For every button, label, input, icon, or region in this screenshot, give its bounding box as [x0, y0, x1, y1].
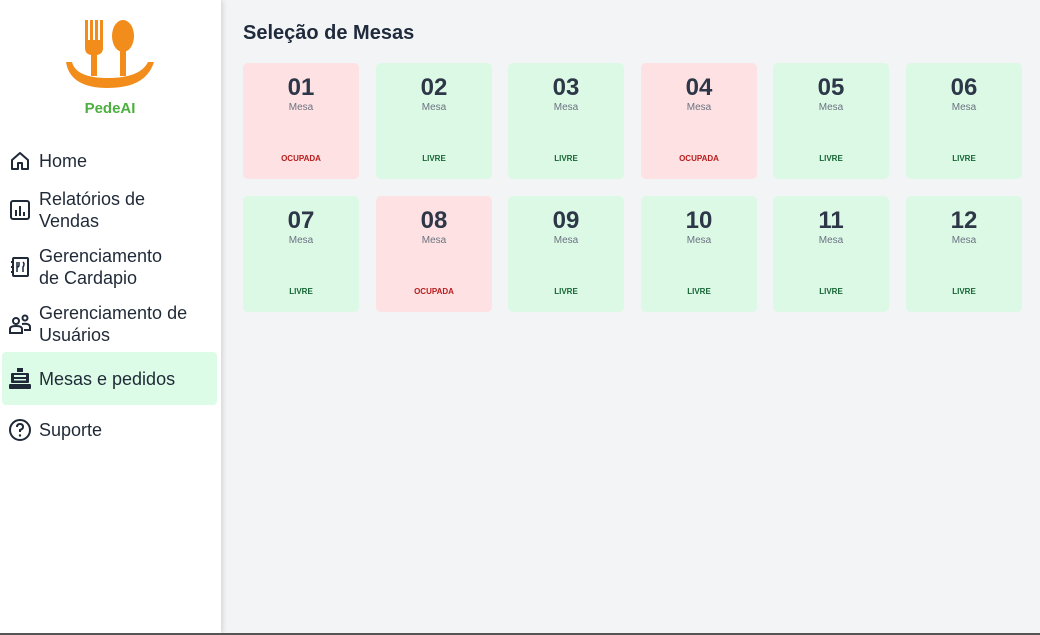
table-number: 08	[420, 207, 448, 234]
table-number: 10	[685, 207, 713, 234]
table-label: Mesa	[553, 235, 579, 246]
table-status: OCUPADA	[679, 154, 719, 163]
table-number: 06	[950, 74, 978, 101]
table-status: LIVRE	[952, 287, 976, 296]
table-status: LIVRE	[952, 154, 976, 163]
nav-label: Mesas e pedidos	[39, 368, 176, 389]
nav-label: Suporte	[39, 420, 103, 440]
table-card[interactable]: 12 Mesa LIVRE	[906, 196, 1022, 312]
table-card[interactable]: 04 Mesa OCUPADA	[641, 63, 757, 179]
menu-book-icon	[11, 257, 29, 277]
chart-report-icon	[10, 200, 30, 220]
brand-name: PedeAI	[84, 100, 136, 117]
cash-register-icon	[9, 367, 31, 389]
table-card[interactable]: 03 Mesa LIVRE	[508, 63, 624, 179]
table-number: 04	[685, 74, 713, 101]
table-number: 02	[420, 74, 448, 101]
table-label: Mesa	[421, 235, 447, 246]
sidebar: PedeAI Home Relatórios de Vendas Gerenci…	[0, 0, 221, 633]
table-card[interactable]: 09 Mesa LIVRE	[508, 196, 624, 312]
table-card[interactable]: 01 Mesa OCUPADA	[243, 63, 359, 179]
home-icon	[11, 152, 29, 170]
table-label: Mesa	[818, 235, 844, 246]
nav-label: Relatórios de Vendas	[39, 189, 146, 231]
nav-item-mesas[interactable]: Mesas e pedidos	[2, 352, 217, 405]
table-card[interactable]: 07 Mesa LIVRE	[243, 196, 359, 312]
table-label: Mesa	[553, 102, 579, 113]
table-status: LIVRE	[819, 287, 843, 296]
help-circle-icon	[9, 419, 31, 441]
table-status: LIVRE	[687, 287, 711, 296]
table-status: OCUPADA	[414, 287, 454, 296]
table-status: LIVRE	[554, 154, 578, 163]
table-card[interactable]: 05 Mesa LIVRE	[773, 63, 889, 179]
table-status: OCUPADA	[281, 154, 321, 163]
nav-label: Gerenciamento de Usuários	[39, 303, 188, 345]
nav-item-suporte[interactable]: Suporte	[2, 418, 217, 442]
table-number: 07	[287, 207, 315, 234]
table-card[interactable]: 11 Mesa LIVRE	[773, 196, 889, 312]
brand-logo: PedeAI	[62, 18, 158, 118]
table-label: Mesa	[421, 102, 447, 113]
table-label: Mesa	[951, 235, 977, 246]
table-label: Mesa	[686, 102, 712, 113]
table-status: LIVRE	[422, 154, 446, 163]
table-status: LIVRE	[554, 287, 578, 296]
table-label: Mesa	[951, 102, 977, 113]
nav-label: Gerenciamento de Cardapio	[39, 246, 163, 288]
fork-spoon-smile-icon	[66, 20, 154, 88]
table-card[interactable]: 10 Mesa LIVRE	[641, 196, 757, 312]
table-status: LIVRE	[289, 287, 313, 296]
page-title: Seleção de Mesas	[243, 22, 415, 44]
table-number: 12	[950, 207, 978, 234]
nav-item-home[interactable]: Home	[2, 150, 217, 172]
table-number: 05	[817, 74, 845, 101]
table-label: Mesa	[288, 235, 314, 246]
table-card[interactable]: 02 Mesa LIVRE	[376, 63, 492, 179]
table-status: LIVRE	[819, 154, 843, 163]
table-label: Mesa	[818, 102, 844, 113]
users-icon	[9, 314, 31, 334]
table-card[interactable]: 06 Mesa LIVRE	[906, 63, 1022, 179]
nav-label: Home	[39, 151, 88, 171]
table-number: 11	[818, 207, 844, 234]
table-label: Mesa	[686, 235, 712, 246]
nav-item-usuarios[interactable]: Gerenciamento de Usuários	[2, 301, 217, 347]
table-number: 01	[287, 74, 315, 101]
table-label: Mesa	[288, 102, 314, 113]
table-number: 09	[552, 207, 580, 234]
table-number: 03	[552, 74, 580, 101]
table-card[interactable]: 08 Mesa OCUPADA	[376, 196, 492, 312]
nav-item-cardapio[interactable]: Gerenciamento de Cardapio	[2, 244, 217, 290]
nav-item-relatorios[interactable]: Relatórios de Vendas	[2, 187, 217, 233]
